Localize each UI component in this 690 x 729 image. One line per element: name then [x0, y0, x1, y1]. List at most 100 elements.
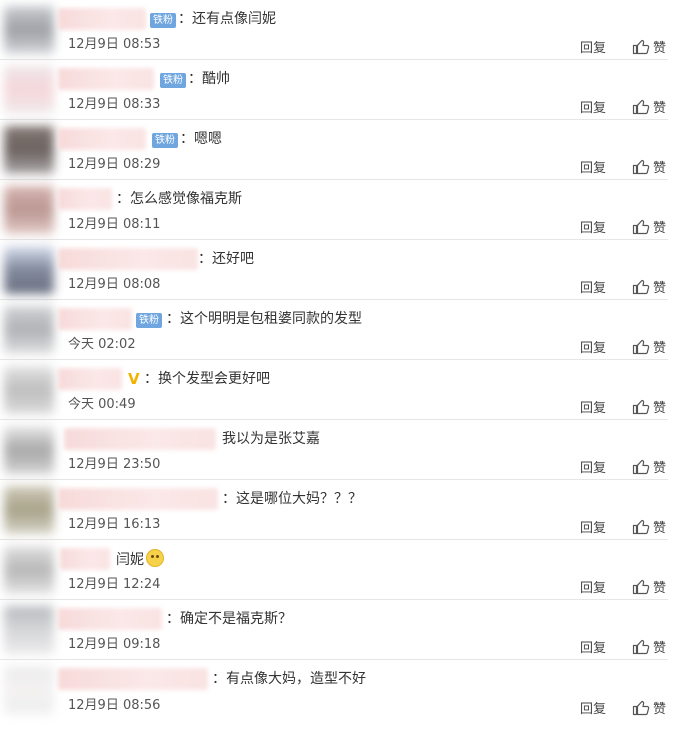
- username-blurred[interactable]: [58, 248, 198, 270]
- reply-button[interactable]: 回复: [580, 517, 606, 536]
- comment-text: ：还有点像闫妮: [178, 11, 276, 27]
- comment-text: ：这是哪位大妈？？？: [222, 491, 362, 507]
- thumbs-up-icon: [632, 519, 650, 535]
- like-label: 赞: [652, 221, 666, 236]
- like-label: 赞: [652, 702, 666, 717]
- like-label: 赞: [652, 341, 666, 356]
- like-label: 赞: [652, 161, 666, 176]
- avatar[interactable]: [4, 66, 54, 114]
- like-button[interactable]: 赞: [632, 337, 666, 356]
- comment-actions: 回复 赞: [580, 457, 666, 476]
- comment-time: 今天 02:02: [68, 337, 136, 352]
- thumbs-up-icon: [632, 639, 650, 655]
- avatar[interactable]: [4, 666, 54, 714]
- comment-actions: 回复 赞: [580, 337, 666, 356]
- comment-actions: 回复 赞: [580, 637, 666, 656]
- reply-button[interactable]: 回复: [580, 637, 606, 656]
- username-blurred[interactable]: [58, 608, 162, 630]
- avatar[interactable]: [4, 426, 54, 474]
- like-button[interactable]: 赞: [632, 217, 666, 236]
- avatar[interactable]: [4, 306, 54, 354]
- comment-time: 今天 00:49: [68, 397, 136, 412]
- reply-button[interactable]: 回复: [580, 277, 606, 296]
- like-button[interactable]: 赞: [632, 637, 666, 656]
- comment-actions: 回复 赞: [580, 277, 666, 296]
- comment-time: 12月9日 12:24: [68, 577, 161, 592]
- comment-time: 12月9日 09:18: [68, 637, 161, 652]
- fan-badge: 铁粉: [160, 73, 186, 88]
- comment-row: 我以为是张艾嘉 12月9日 23:50 回复 赞: [0, 420, 668, 480]
- comment-actions: 回复 赞: [580, 698, 666, 717]
- thumbs-up-icon: [632, 459, 650, 475]
- fan-badge: 铁粉: [136, 313, 162, 328]
- comment-row: V ：换个发型会更好吧 今天 00:49 回复 赞: [0, 360, 668, 420]
- comment-text: ：嗯嗯: [180, 131, 222, 147]
- thumbs-up-icon: [632, 39, 650, 55]
- username-blurred[interactable]: [58, 668, 208, 690]
- like-button[interactable]: 赞: [632, 517, 666, 536]
- username-blurred[interactable]: [58, 128, 146, 150]
- avatar[interactable]: [4, 186, 54, 234]
- comment-row: 铁粉 ：还有点像闫妮 12月9日 08:53 回复 赞: [0, 0, 668, 60]
- comment-row: 铁粉 ：嗯嗯 12月9日 08:29 回复 赞: [0, 120, 668, 180]
- comment-text: ：有点像大妈，造型不好: [212, 671, 366, 687]
- comment-actions: 回复 赞: [580, 217, 666, 236]
- like-label: 赞: [652, 581, 666, 596]
- comment-actions: 回复 赞: [580, 97, 666, 116]
- like-button[interactable]: 赞: [632, 698, 666, 717]
- avatar[interactable]: [4, 246, 54, 294]
- page-margin: [668, 0, 690, 729]
- like-label: 赞: [652, 521, 666, 536]
- username-blurred[interactable]: [60, 548, 110, 570]
- reply-button[interactable]: 回复: [580, 337, 606, 356]
- like-button[interactable]: 赞: [632, 157, 666, 176]
- like-button[interactable]: 赞: [632, 457, 666, 476]
- comment-list: 铁粉 ：还有点像闫妮 12月9日 08:53 回复 赞 铁粉 ：酷帅 12月9日…: [0, 0, 690, 720]
- username-blurred[interactable]: [58, 308, 132, 330]
- reply-button[interactable]: 回复: [580, 698, 606, 717]
- comment-time: 12月9日 08:53: [68, 37, 161, 52]
- username-blurred[interactable]: [58, 488, 218, 510]
- reply-button[interactable]: 回复: [580, 157, 606, 176]
- fan-badge: 铁粉: [152, 133, 178, 148]
- smile-emoji-icon: [146, 549, 164, 567]
- comment-text: ：换个发型会更好吧: [144, 371, 270, 387]
- like-label: 赞: [652, 281, 666, 296]
- comment-row: ：这是哪位大妈？？？ 12月9日 16:13 回复 赞: [0, 480, 668, 540]
- like-button[interactable]: 赞: [632, 397, 666, 416]
- comment-text: 闫妮: [116, 549, 164, 570]
- comment-row: 铁粉 ：这个明明是包租婆同款的发型 今天 02:02 回复 赞: [0, 300, 668, 360]
- avatar[interactable]: [4, 546, 54, 594]
- like-button[interactable]: 赞: [632, 577, 666, 596]
- username-blurred[interactable]: [64, 428, 216, 450]
- avatar[interactable]: [4, 606, 54, 654]
- comment-actions: 回复 赞: [580, 37, 666, 56]
- reply-button[interactable]: 回复: [580, 457, 606, 476]
- reply-button[interactable]: 回复: [580, 37, 606, 56]
- avatar[interactable]: [4, 126, 54, 174]
- comment-time: 12月9日 16:13: [68, 517, 161, 532]
- username-blurred[interactable]: [58, 68, 154, 90]
- like-button[interactable]: 赞: [632, 37, 666, 56]
- avatar[interactable]: [4, 6, 54, 54]
- thumbs-up-icon: [632, 99, 650, 115]
- comment-time: 12月9日 23:50: [68, 457, 161, 472]
- like-button[interactable]: 赞: [632, 277, 666, 296]
- username-blurred[interactable]: [58, 8, 146, 30]
- comment-text: ：怎么感觉像福克斯: [116, 191, 242, 207]
- like-button[interactable]: 赞: [632, 97, 666, 116]
- reply-button[interactable]: 回复: [580, 397, 606, 416]
- reply-button[interactable]: 回复: [580, 217, 606, 236]
- username-blurred[interactable]: [58, 188, 112, 210]
- username-blurred[interactable]: [58, 368, 122, 390]
- avatar[interactable]: [4, 486, 54, 534]
- comment-text: 我以为是张艾嘉: [222, 431, 320, 447]
- avatar[interactable]: [4, 366, 54, 414]
- comment-row: ：有点像大妈，造型不好 12月9日 08:56 回复 赞: [0, 660, 668, 720]
- comment-time: 12月9日 08:56: [68, 698, 161, 713]
- reply-button[interactable]: 回复: [580, 577, 606, 596]
- reply-button[interactable]: 回复: [580, 97, 606, 116]
- thumbs-up-icon: [632, 159, 650, 175]
- fan-badge: 铁粉: [150, 13, 176, 28]
- comment-actions: 回复 赞: [580, 517, 666, 536]
